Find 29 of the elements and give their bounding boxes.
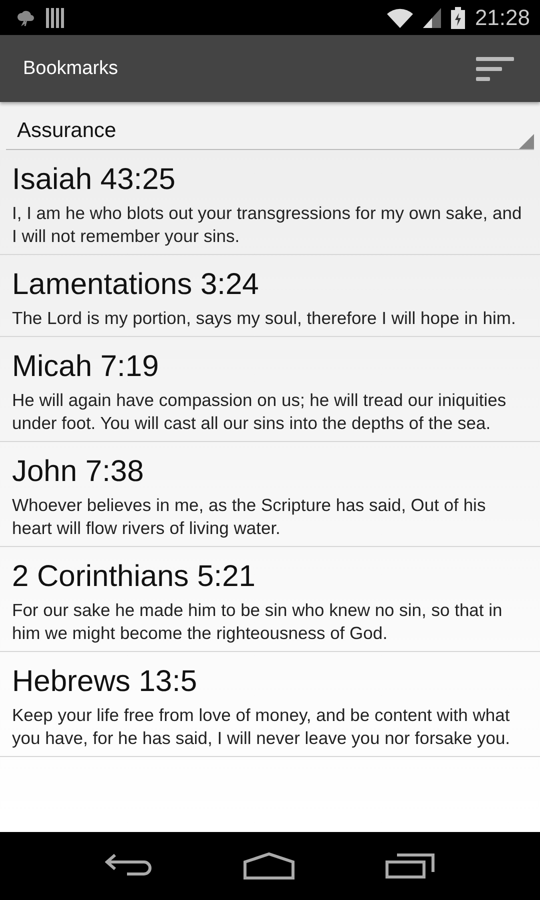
bookmark-item[interactable]: Micah 7:19 He will again have compassion on us; he will tread our iniquities under foot. You will cast all our sins into the depths of the sea. xyxy=(0,337,540,442)
verse-reference: John 7:38 xyxy=(12,456,145,488)
cloud-icon xyxy=(16,8,36,26)
verse-text: He will again have compassion on us; he will tread our iniquities under foot. You will cast all our sins into the depths of the sea. xyxy=(12,389,508,435)
verse-reference: Lamentations 3:24 xyxy=(12,269,260,301)
battery-icon xyxy=(450,6,465,28)
verse-text: For our sake he made him to be sin who knew no sin, so that in him we might become the righteousness of God. xyxy=(12,599,504,645)
wifi-icon xyxy=(386,8,413,28)
verse-reference: Hebrews 13:5 xyxy=(12,666,198,698)
bookmark-item[interactable]: 2 Corinthians 5:21 For our sake he made him to be sin who knew no sin, so that in him we might become the righteousness of God. xyxy=(0,547,540,652)
verse-text: I, I am he who blots out your transgressions for my own sake, and I will not remember your sins. xyxy=(12,202,523,248)
dropdown-corner-icon xyxy=(519,134,534,149)
barcode-icon xyxy=(46,8,64,28)
bookmark-item[interactable]: Hebrews 13:5 Keep your life free from love of money, and be content with what you have, for he has said, I will never leave you nor forsake you. xyxy=(0,652,540,757)
clock-time: 21:28 xyxy=(474,4,530,30)
verse-text: Keep your life free from love of money, and be content with what you have, for he has said, I will never leave you nor forsake you. xyxy=(12,704,512,750)
screen-title: Bookmarks xyxy=(23,58,118,80)
verse-text: The Lord is my portion, says my soul, therefore I will hope in him. xyxy=(12,307,517,330)
verse-reference: Isaiah 43:25 xyxy=(12,164,176,196)
sort-icon xyxy=(476,56,514,82)
verse-reference: 2 Corinthians 5:21 xyxy=(12,561,256,593)
bookmark-item[interactable]: Lamentations 3:24 The Lord is my portion, says my soul, therefore I will hope in him. xyxy=(0,255,540,337)
verse-text: Whoever believes in me, as the Scripture has said, Out of his heart will flow rivers of living water. xyxy=(12,494,487,540)
home-icon xyxy=(243,852,295,880)
recents-icon xyxy=(385,853,435,879)
verse-reference: Micah 7:19 xyxy=(12,351,160,383)
bookmark-item[interactable]: Isaiah 43:25 I, I am he who blots out your transgressions for my own sake, and I will not remember your sins. xyxy=(0,150,540,255)
bookmark-item[interactable]: John 7:38 Whoever believes in me, as the Scripture has said, Out of his heart will flow rivers of living water. xyxy=(0,442,540,547)
signal-icon xyxy=(422,8,441,28)
